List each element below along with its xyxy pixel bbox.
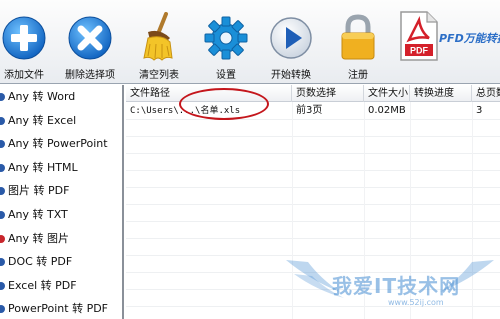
x-circle-icon bbox=[67, 12, 113, 64]
sidebar-item-any-to-excel[interactable]: Any 转 Excel bbox=[0, 109, 122, 133]
row-divider bbox=[126, 153, 500, 154]
sidebar-item-powerpoint-to-pdf[interactable]: PowerPoint 转 PDF bbox=[0, 297, 122, 319]
sidebar-item-label: Any 转 HTML bbox=[8, 160, 78, 174]
start-convert-button[interactable]: 开始转换 bbox=[259, 0, 323, 84]
column-header-size[interactable]: 文件大小 bbox=[364, 85, 410, 102]
bullet-icon bbox=[0, 258, 5, 267]
column-divider bbox=[292, 102, 293, 319]
register-button[interactable]: 注册 bbox=[326, 0, 390, 84]
row-divider bbox=[126, 306, 500, 307]
gear-icon bbox=[203, 12, 249, 64]
sidebar-item-any-to-powerpoint[interactable]: Any 转 PowerPoint bbox=[0, 132, 122, 156]
add-file-label: 添加文件 bbox=[4, 70, 44, 81]
sidebar-item-label: PowerPoint 转 PDF bbox=[8, 302, 108, 316]
settings-button[interactable]: 设置 bbox=[194, 0, 258, 84]
row-divider bbox=[126, 238, 500, 239]
sidebar-item-label: 图片 转 PDF bbox=[8, 184, 70, 198]
bullet-icon bbox=[0, 234, 5, 243]
bullet-icon bbox=[0, 281, 5, 290]
sidebar-item-label: Any 转 Word bbox=[8, 90, 76, 103]
play-icon bbox=[268, 12, 314, 64]
sidebar-item-label: Any 转 图片 bbox=[8, 231, 69, 245]
column-divider bbox=[472, 102, 473, 319]
size-cell: 0.02MB bbox=[368, 105, 406, 116]
sidebar-item-any-to-html[interactable]: Any 转 HTML bbox=[0, 156, 122, 180]
plus-circle-icon bbox=[1, 12, 47, 64]
add-file-button[interactable]: 添加文件 bbox=[0, 0, 56, 84]
bullet-icon bbox=[0, 210, 5, 219]
file-list: 文件路径 页数选择 文件大小 转换进度 总页数 C:\Users\...\名单.… bbox=[126, 85, 500, 319]
row-divider bbox=[126, 204, 500, 205]
row-divider bbox=[126, 136, 500, 137]
bullet-icon bbox=[0, 305, 5, 314]
total-pages-cell: 3 bbox=[476, 105, 483, 116]
bullet-icon bbox=[0, 116, 5, 125]
sidebar-item-label: DOC 转 PDF bbox=[8, 255, 73, 269]
bullet-icon bbox=[0, 140, 5, 149]
row-divider bbox=[126, 170, 500, 171]
sidebar-item-label: Any 转 TXT bbox=[8, 207, 68, 221]
bullet-icon bbox=[0, 163, 5, 172]
row-divider bbox=[126, 255, 500, 256]
lock-icon bbox=[335, 12, 381, 64]
start-convert-label: 开始转换 bbox=[271, 70, 311, 81]
svg-text:PDF: PDF bbox=[410, 46, 429, 56]
column-divider bbox=[410, 102, 411, 319]
register-label: 注册 bbox=[348, 70, 368, 81]
pdf-file-icon: PDF bbox=[400, 11, 438, 61]
column-header-pages[interactable]: 页数选择 bbox=[292, 85, 364, 102]
bullet-icon bbox=[0, 93, 5, 101]
column-divider bbox=[364, 102, 365, 319]
row-divider bbox=[126, 272, 500, 273]
row-divider bbox=[126, 187, 500, 188]
bullet-icon bbox=[0, 187, 5, 196]
sidebar-item-doc-to-pdf[interactable]: DOC 转 PDF bbox=[0, 250, 122, 274]
sidebar-item-label: Any 转 Excel bbox=[8, 113, 77, 127]
sidebar-item-label: Any 转 PowerPoint bbox=[8, 137, 108, 151]
sidebar-item-image-to-pdf[interactable]: 图片 转 PDF bbox=[0, 179, 122, 203]
row-divider bbox=[126, 221, 500, 222]
clear-list-button[interactable]: 清空列表 bbox=[127, 0, 191, 84]
broom-icon bbox=[136, 12, 182, 64]
delete-selected-label: 删除选择项 bbox=[65, 70, 115, 81]
sidebar-item-label: Excel 转 PDF bbox=[8, 278, 77, 292]
pages-cell[interactable]: 前3页 bbox=[292, 103, 364, 119]
progress-cell bbox=[410, 103, 472, 119]
brand-title: PFD万能转换 bbox=[439, 32, 500, 45]
sidebar-item-excel-to-pdf[interactable]: Excel 转 PDF bbox=[0, 274, 122, 298]
toolbar: 添加文件 删除选择项 清空列表 设置 开始转换 注册 PDF PFD万能转 bbox=[0, 0, 500, 84]
column-header-progress[interactable]: 转换进度 bbox=[410, 85, 472, 102]
row-divider bbox=[126, 119, 500, 120]
brand: PDF PFD万能转换 bbox=[395, 0, 500, 84]
sidebar-item-any-to-word[interactable]: Any 转 Word bbox=[0, 85, 122, 109]
row-divider bbox=[126, 289, 500, 290]
red-ellipse-annotation bbox=[179, 88, 269, 120]
sidebar-item-any-to-image[interactable]: Any 转 图片 bbox=[0, 227, 122, 251]
conversion-sidebar: Any 转 Word Any 转 Excel Any 转 PowerPoint … bbox=[0, 85, 124, 319]
settings-label: 设置 bbox=[216, 70, 236, 81]
sidebar-item-any-to-txt[interactable]: Any 转 TXT bbox=[0, 203, 122, 227]
clear-list-label: 清空列表 bbox=[139, 70, 179, 81]
delete-selected-button[interactable]: 删除选择项 bbox=[58, 0, 122, 84]
column-header-total[interactable]: 总页数 bbox=[472, 85, 500, 102]
